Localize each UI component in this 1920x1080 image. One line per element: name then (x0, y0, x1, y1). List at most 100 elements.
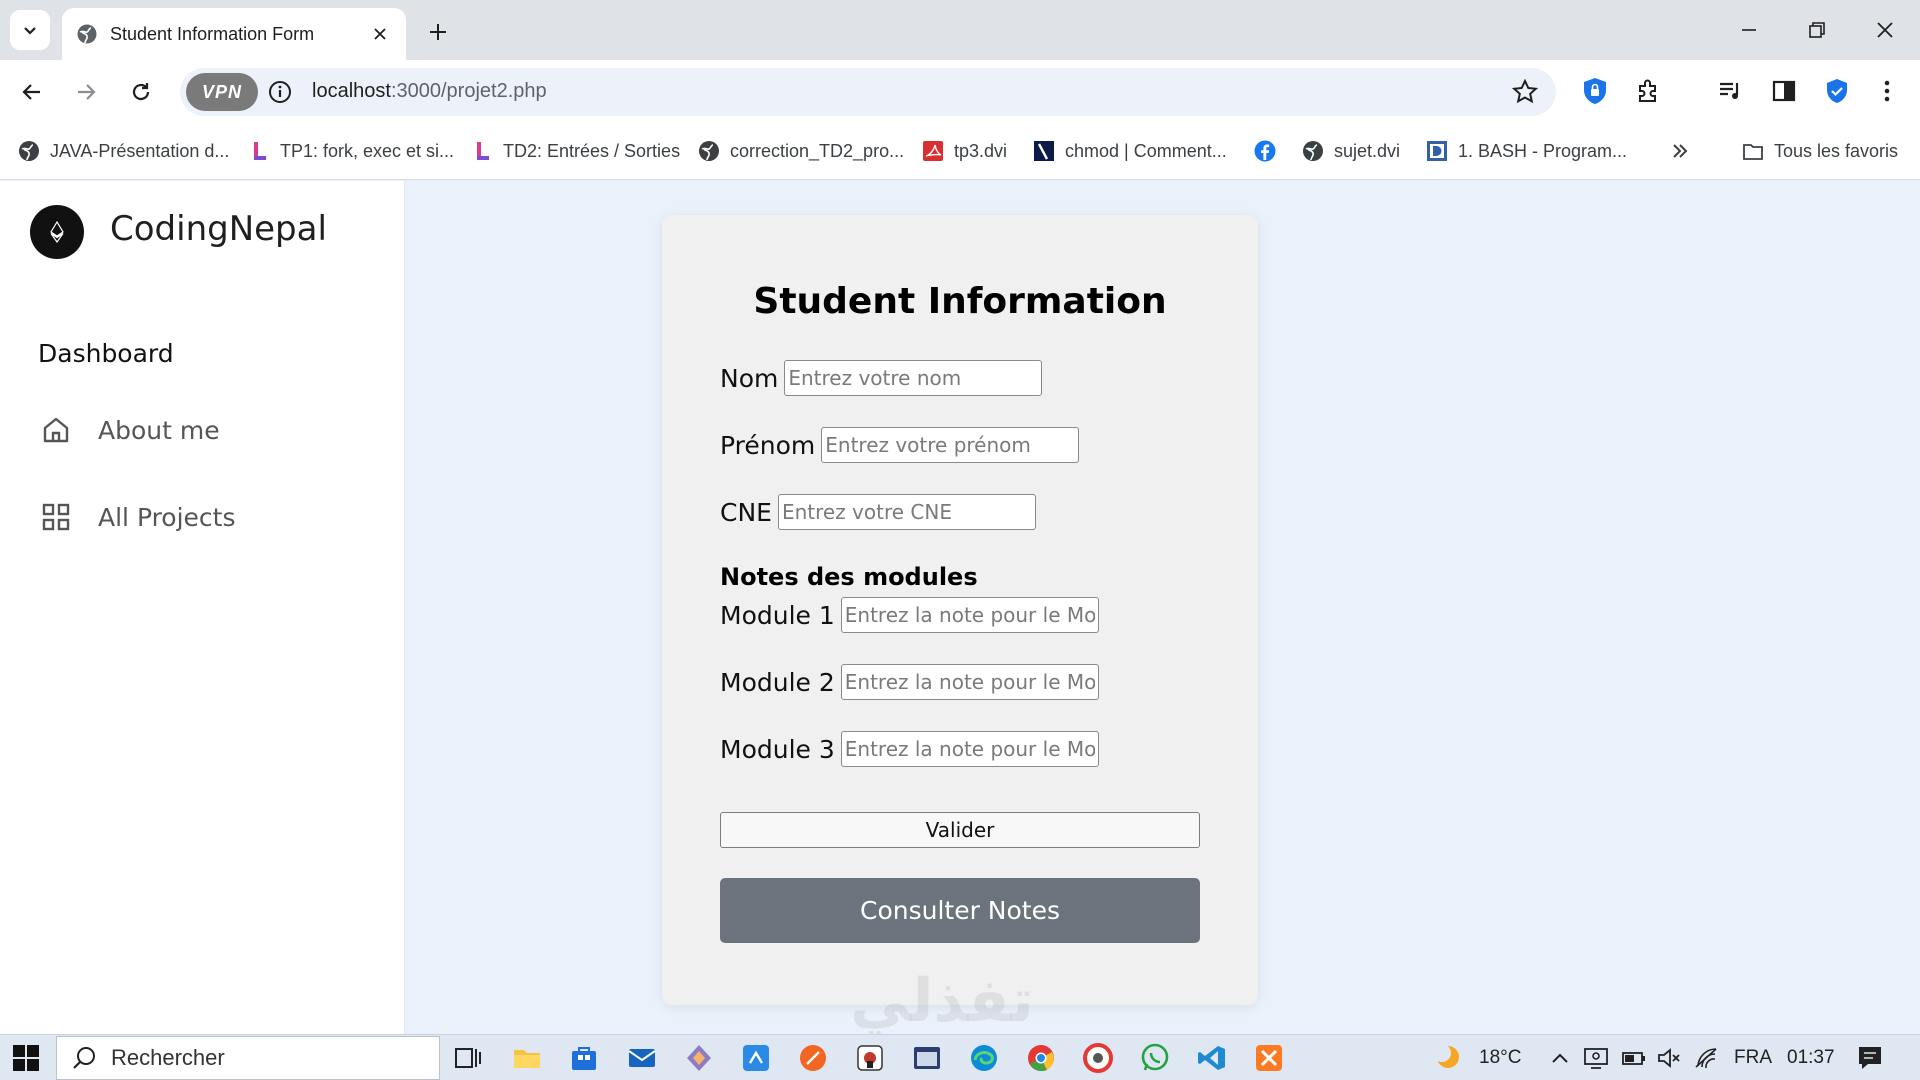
brand-name: CodingNepal (110, 209, 327, 249)
display-icon[interactable] (1583, 1045, 1609, 1071)
queue-music-icon (1720, 82, 1739, 99)
facebook-icon (1254, 140, 1276, 162)
module-2-input[interactable] (840, 664, 1099, 700)
bookmark-item[interactable]: tp3.dvi (922, 136, 1007, 166)
xampp-icon[interactable] (1254, 1043, 1284, 1073)
sidebar-item-about-me[interactable]: About me (40, 410, 220, 450)
valider-button[interactable]: Valider (720, 812, 1200, 848)
battery-icon[interactable] (1621, 1045, 1647, 1071)
module-2-row: Module 2 (720, 664, 1099, 700)
url-text[interactable]: localhost:3000/projet2.php (312, 80, 547, 103)
globe-icon (699, 141, 719, 161)
new-tab-button[interactable] (420, 14, 456, 50)
app-store-bag-icon[interactable] (855, 1043, 885, 1073)
language-indicator[interactable]: FRA (1734, 1047, 1772, 1069)
windows-start-icon[interactable] (12, 1044, 40, 1072)
restore-button[interactable] (1794, 8, 1840, 52)
notification-icon[interactable] (1856, 1044, 1884, 1072)
store-icon[interactable] (569, 1043, 599, 1073)
back-button[interactable] (12, 72, 52, 112)
minimize-button[interactable] (1726, 8, 1772, 52)
app-blue-icon[interactable] (741, 1043, 771, 1073)
app-orange-icon[interactable] (798, 1043, 828, 1073)
chevron-up-icon[interactable] (1550, 1048, 1570, 1068)
bookmark-label: TD2: Entrées / Sorties (503, 140, 681, 161)
info-icon[interactable] (268, 80, 292, 104)
windows-taskbar: Rechercher 18°C FRA 01:37 (0, 1034, 1920, 1080)
document-icon (477, 142, 489, 160)
weather-temperature[interactable]: 18°C (1479, 1047, 1521, 1069)
close-window-button[interactable] (1862, 8, 1908, 52)
cne-row: CNE (720, 494, 1036, 530)
shield-check-icon (1827, 79, 1847, 103)
media-control-button[interactable] (1713, 74, 1747, 108)
vpn-button[interactable]: VPN (186, 73, 258, 111)
bookmark-label: TP1: fork, exec et si... (280, 140, 455, 161)
globe-icon (77, 24, 97, 44)
module-2-label: Module 2 (720, 667, 835, 697)
speaker-muted-icon[interactable] (1656, 1045, 1682, 1071)
prenom-row: Prénom (720, 427, 1080, 463)
chevron-down-icon (24, 27, 36, 35)
arrow-left-icon (22, 84, 40, 100)
edge-icon[interactable] (969, 1043, 999, 1073)
bookmark-item[interactable]: sujet.dvi (1302, 136, 1400, 166)
module-3-row: Module 3 (720, 731, 1099, 767)
nom-input[interactable] (784, 360, 1043, 396)
mail-icon[interactable] (627, 1043, 657, 1073)
taskbar-search[interactable]: Rechercher (56, 1036, 440, 1080)
consulter-notes-button[interactable]: Consulter Notes (720, 878, 1200, 943)
bookmark-label: JAVA-Présentation d... (50, 140, 230, 161)
arrow-right-icon (78, 84, 96, 100)
security-extension[interactable] (1820, 74, 1854, 108)
bookmark-item[interactable]: TD2: Entrées / Sorties (471, 136, 680, 166)
more-bookmarks-button[interactable] (1670, 136, 1690, 166)
module-1-row: Module 1 (720, 597, 1099, 633)
whatsapp-icon[interactable] (1140, 1043, 1170, 1073)
chrome-alt-icon[interactable] (1083, 1043, 1113, 1073)
brand-logo (30, 205, 84, 259)
app-window-icon[interactable] (912, 1043, 942, 1073)
side-panel-button[interactable] (1767, 74, 1801, 108)
wifi-icon[interactable] (1694, 1045, 1720, 1071)
chrome-icon[interactable] (1026, 1043, 1056, 1073)
student-form-card: Student Information Nom Prénom CNE Notes… (662, 215, 1258, 1005)
tab-strip: Student Information Form (0, 0, 1920, 60)
search-icon (73, 1047, 95, 1069)
bookmark-item[interactable]: chmod | Comment... (1033, 136, 1227, 166)
task-view-icon[interactable] (453, 1043, 483, 1073)
bookmark-item[interactable]: 1. BASH - Program... (1426, 136, 1627, 166)
vscode-icon[interactable] (1197, 1043, 1227, 1073)
close-tab-icon[interactable] (368, 22, 392, 46)
sidebar: CodingNepal Dashboard About me All Proje… (0, 181, 405, 1034)
clock-time[interactable]: 01:37 (1787, 1047, 1835, 1069)
tab-student-form[interactable]: Student Information Form (62, 8, 406, 60)
bookmark-item-facebook[interactable] (1254, 136, 1286, 166)
file-explorer-icon[interactable] (512, 1043, 542, 1073)
restore-icon (1809, 22, 1825, 38)
cne-input[interactable] (777, 494, 1036, 530)
app-diamond-icon[interactable] (684, 1043, 714, 1073)
prenom-input[interactable] (821, 427, 1080, 463)
forward-button[interactable] (66, 72, 106, 112)
bookmark-label: correction_TD2_pro... (730, 140, 905, 161)
menu-button[interactable] (1870, 74, 1904, 108)
module-3-input[interactable] (840, 731, 1099, 767)
address-bar[interactable]: VPN localhost:3000/projet2.php (180, 68, 1556, 116)
bitwarden-extension[interactable] (1578, 74, 1612, 108)
bookmark-item[interactable]: JAVA-Présentation d... (18, 136, 229, 166)
more-vertical-icon (1884, 80, 1890, 102)
module-3-label: Module 3 (720, 734, 835, 764)
bookmark-label: chmod | Comment... (1065, 140, 1227, 161)
bookmark-item[interactable]: correction_TD2_pro... (698, 136, 904, 166)
module-1-label: Module 1 (720, 600, 835, 630)
all-bookmarks-folder[interactable]: Tous les favoris (1742, 136, 1898, 166)
sidebar-item-all-projects[interactable]: All Projects (40, 497, 236, 537)
module-1-input[interactable] (840, 597, 1099, 633)
bookmark-star-icon[interactable] (1512, 79, 1538, 105)
tab-search-button[interactable] (10, 10, 50, 50)
extensions-button[interactable] (1632, 74, 1666, 108)
bookmark-item[interactable]: TP1: fork, exec et si... (248, 136, 454, 166)
shield-lock-icon (1584, 78, 1606, 104)
reload-button[interactable] (121, 72, 161, 112)
